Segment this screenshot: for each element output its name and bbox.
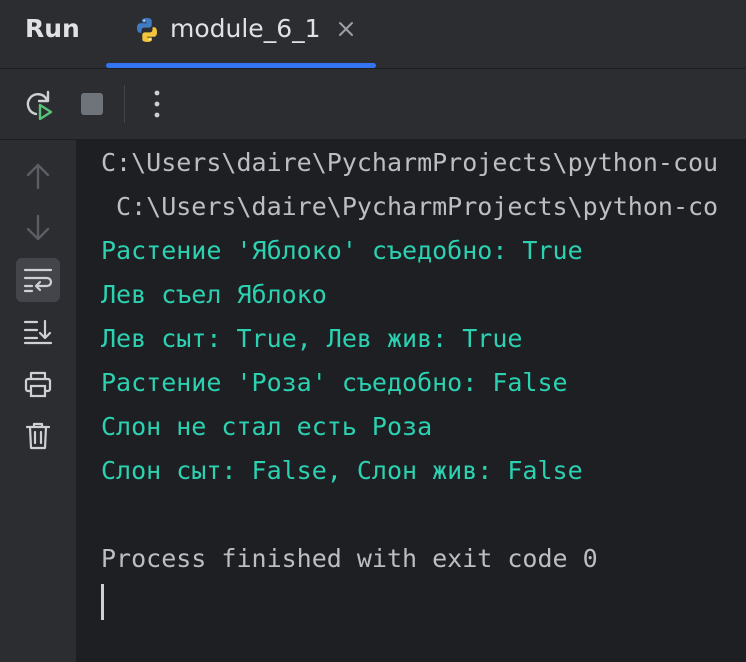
soft-wrap-icon[interactable] xyxy=(16,258,60,302)
run-tool-window-header: Run module_6_1 xyxy=(0,0,746,69)
console-line: Растение 'Роза' съедобно: False xyxy=(101,368,568,397)
python-icon xyxy=(133,16,161,44)
console-actions-sidebar xyxy=(0,140,77,662)
scroll-to-end-icon[interactable] xyxy=(16,310,60,354)
active-tab-indicator xyxy=(106,63,376,68)
print-icon[interactable] xyxy=(16,362,60,406)
console-line: Слон сыт: False, Слон жив: False xyxy=(101,456,583,485)
trash-icon[interactable] xyxy=(16,414,60,458)
console-line: Лев съел Яблоко xyxy=(101,280,327,309)
run-toolbar xyxy=(0,69,746,140)
console-output[interactable]: C:\Users\daire\PycharmProjects\python-co… xyxy=(77,140,746,662)
run-panel-title: Run xyxy=(25,14,80,43)
arrow-down-icon[interactable] xyxy=(16,206,60,250)
rerun-icon[interactable] xyxy=(22,87,56,121)
tab-label: module_6_1 xyxy=(170,14,321,43)
process-finished-line: Process finished with exit code 0 xyxy=(101,544,598,573)
console-line: Растение 'Яблоко' съедобно: True xyxy=(101,236,583,265)
console-line: C:\Users\daire\PycharmProjects\python-co… xyxy=(101,148,719,177)
console-line: Лев сыт: True, Лев жив: True xyxy=(101,324,523,353)
stop-icon[interactable] xyxy=(75,87,109,121)
console-line: Слон не стал есть Роза xyxy=(101,412,433,441)
toolbar-separator xyxy=(124,85,125,123)
console-line: C:\Users\daire\PycharmProjects\python-co xyxy=(101,192,719,221)
arrow-up-icon[interactable] xyxy=(16,154,60,198)
text-caret xyxy=(101,584,104,620)
tab-module[interactable]: module_6_1 xyxy=(106,0,376,68)
close-icon[interactable] xyxy=(336,19,356,39)
more-options-icon[interactable] xyxy=(140,87,174,121)
